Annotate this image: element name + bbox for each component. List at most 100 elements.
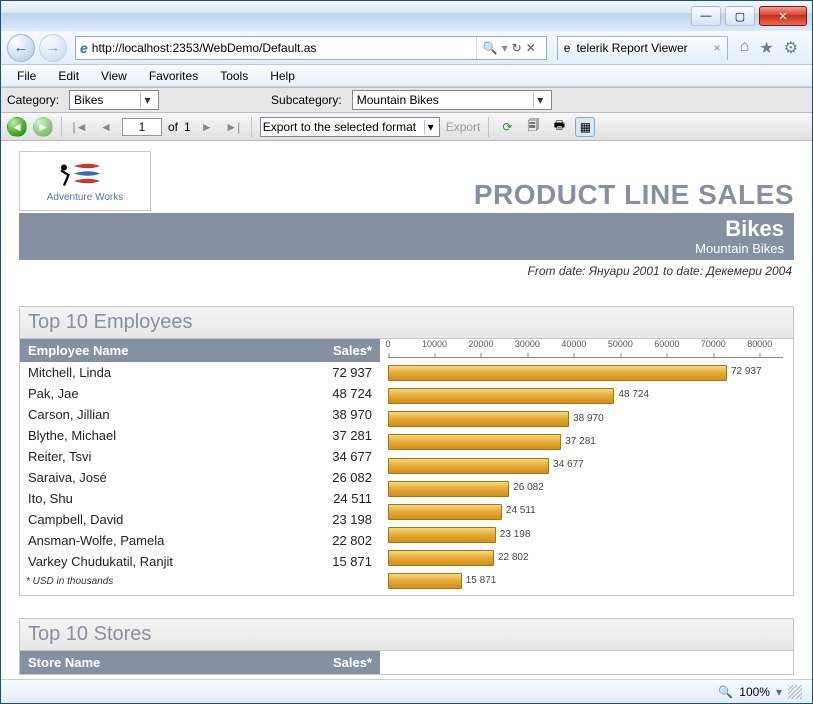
arrow-left-icon: ← — [14, 39, 29, 56]
export-format-select[interactable]: Export to the selected format ▾ — [260, 117, 440, 137]
date-range: From date: Януари 2001 to date: Декемери… — [19, 260, 794, 278]
employee-name: Varkey Chudukatil, Ranjit — [20, 551, 310, 572]
subcategory-label: Subcategory: — [271, 93, 346, 107]
prev-page-button[interactable]: ◄ — [96, 117, 116, 137]
menu-file[interactable]: File — [7, 67, 46, 85]
menu-edit[interactable]: Edit — [48, 67, 89, 85]
gear-icon[interactable]: ⚙ — [784, 38, 798, 58]
bar — [388, 388, 614, 404]
bar-row: 37 281 — [388, 431, 783, 454]
employee-name: Saraiva, José — [20, 467, 310, 488]
axis-tick: 20000 — [468, 339, 493, 349]
employee-sales: 26 082 — [310, 467, 380, 488]
employee-name: Mitchell, Linda — [20, 362, 310, 383]
menu-favorites[interactable]: Favorites — [139, 67, 208, 85]
logo: Adventure Works — [19, 151, 151, 211]
minimize-button[interactable]: — — [691, 6, 721, 26]
browser-tab[interactable]: e telerik Report Viewer × — [557, 36, 728, 60]
menu-help[interactable]: Help — [260, 67, 305, 85]
next-page-button[interactable]: ► — [197, 117, 217, 137]
employees-chart: 0100002000030000400005000060000700008000… — [380, 339, 793, 595]
footnote: * USD in thousands — [20, 572, 380, 593]
employee-name: Blythe, Michael — [20, 425, 310, 446]
employee-sales: 23 198 — [310, 509, 380, 530]
close-button[interactable]: ✕ — [759, 6, 807, 26]
page-of-label: of — [168, 120, 178, 134]
url-input[interactable] — [92, 41, 472, 55]
menu-view[interactable]: View — [91, 67, 137, 85]
subcategory-select[interactable]: Mountain Bikes ▾ — [352, 90, 552, 110]
resize-grip[interactable] — [788, 685, 802, 699]
bar-label: 48 724 — [614, 389, 649, 400]
bar-label: 22 802 — [494, 552, 529, 563]
print-preview-button[interactable]: 🗐 — [523, 117, 543, 137]
bar-row: 34 677 — [388, 454, 783, 477]
menu-tools[interactable]: Tools — [210, 67, 258, 85]
chevron-down-icon: ▾ — [533, 93, 547, 107]
nav-forward-button[interactable]: ► — [33, 117, 53, 137]
tab-label: telerik Report Viewer — [576, 41, 687, 55]
employee-name: Carson, Jillian — [20, 404, 310, 425]
report-header: Adventure Works PRODUCT LINE SALES — [19, 151, 794, 211]
refresh-report-button[interactable]: ⟳ — [497, 117, 517, 137]
bar — [388, 365, 727, 381]
maximize-button[interactable]: ▢ — [725, 6, 755, 26]
stop-icon[interactable]: ✕ — [526, 41, 536, 55]
favorites-icon[interactable]: ★ — [759, 38, 773, 58]
arrow-right-icon: → — [46, 39, 61, 56]
table-row: Blythe, Michael37 281 — [20, 425, 380, 446]
employee-sales: 22 802 — [310, 530, 380, 551]
category-value: Bikes — [74, 93, 103, 107]
report-title: PRODUCT LINE SALES — [474, 179, 794, 211]
table-row: Campbell, David23 198 — [20, 509, 380, 530]
category-select[interactable]: Bikes ▾ — [69, 90, 159, 110]
page-total: 1 — [184, 120, 191, 134]
bar-label: 37 281 — [561, 436, 596, 447]
table-row: Carson, Jillian38 970 — [20, 404, 380, 425]
employee-sales: 72 937 — [310, 362, 380, 383]
browser-navbar: ← → e 🔍 ▾ ↻ ✕ e telerik Report Viewer × … — [1, 31, 812, 65]
col-employee: Employee Name — [20, 339, 310, 362]
zoom-menu[interactable]: ▾ — [776, 685, 782, 699]
back-button[interactable]: ← — [7, 34, 35, 62]
zoom-icon[interactable]: 🔍 — [718, 685, 733, 699]
axis-tick: 0 — [385, 339, 390, 349]
search-segment[interactable]: 🔍 ▾ ↻ ✕ — [476, 37, 542, 59]
refresh-icon[interactable]: ↻ — [512, 41, 522, 55]
forward-button[interactable]: → — [39, 34, 67, 62]
separator — [61, 117, 62, 137]
statusbar: 🔍 100% ▾ — [1, 679, 812, 703]
toggle-layout-button[interactable]: ▦ — [575, 117, 595, 137]
first-page-button[interactable]: |◄ — [70, 117, 90, 137]
bar — [388, 434, 561, 450]
axis-tick: 50000 — [608, 339, 633, 349]
bar — [388, 504, 502, 520]
navbar-icons: ⌂ ★ ⚙ — [732, 38, 806, 58]
separator — [251, 117, 252, 137]
col-sales: Sales* — [310, 651, 380, 674]
chart-bars: 72 93748 72438 97037 28134 67726 08224 5… — [388, 361, 783, 593]
table-header: Employee Name Sales* — [20, 339, 380, 362]
report-toolbar: ◄ ► |◄ ◄ of 1 ► ►| Export to the selecte… — [1, 113, 812, 141]
bar-label: 15 871 — [462, 575, 497, 586]
employee-sales: 34 677 — [310, 446, 380, 467]
print-button[interactable]: 🖶 — [549, 117, 569, 137]
bar-row: 38 970 — [388, 408, 783, 431]
home-icon[interactable]: ⌂ — [740, 38, 750, 58]
page-input[interactable] — [122, 118, 162, 136]
app-window: — ▢ ✕ ← → e 🔍 ▾ ↻ ✕ e telerik Report Vie… — [0, 0, 813, 704]
address-bar[interactable]: e 🔍 ▾ ↻ ✕ — [75, 36, 547, 60]
export-button[interactable]: Export — [446, 120, 481, 134]
section-title: Top 10 Employees — [20, 307, 793, 339]
report-params: Category: Bikes ▾ Subcategory: Mountain … — [1, 87, 812, 113]
bar-label: 26 082 — [509, 482, 544, 493]
employee-sales: 38 970 — [310, 404, 380, 425]
nav-back-button[interactable]: ◄ — [7, 117, 27, 137]
report-viewport[interactable]: Adventure Works PRODUCT LINE SALES Bikes… — [1, 141, 812, 679]
tab-close-icon[interactable]: × — [714, 41, 721, 55]
ie-icon: e — [564, 41, 571, 55]
window-controls: — ▢ ✕ — [686, 3, 812, 29]
last-page-button[interactable]: ►| — [223, 117, 243, 137]
axis-tick: 70000 — [701, 339, 726, 349]
bar-label: 34 677 — [549, 459, 584, 470]
